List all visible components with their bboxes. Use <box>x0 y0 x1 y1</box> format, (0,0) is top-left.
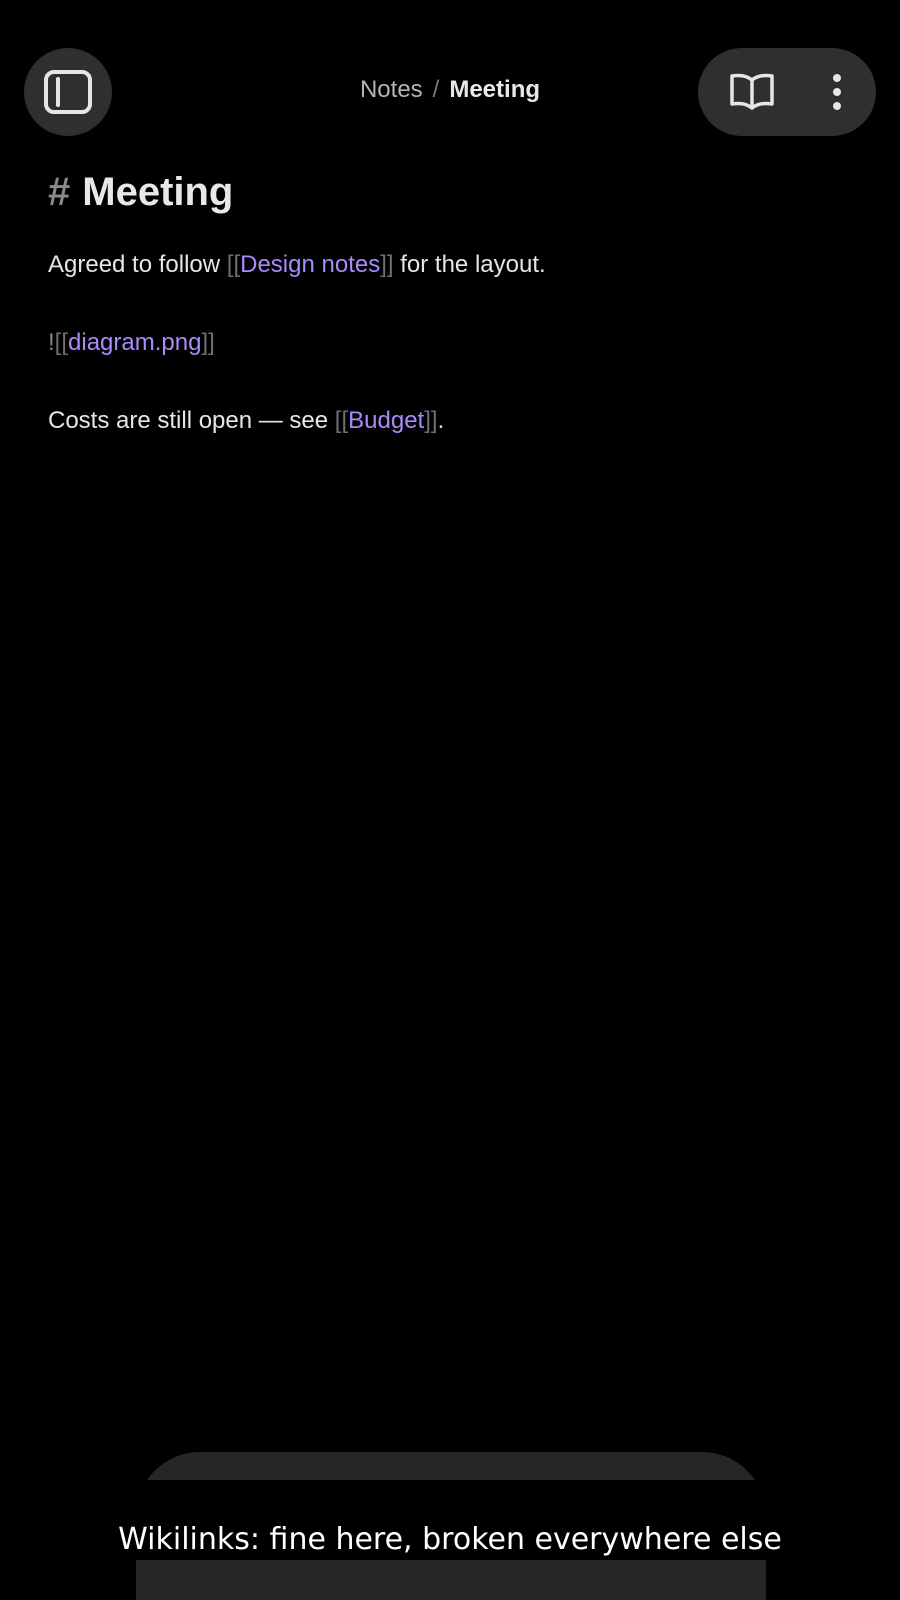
breadcrumb-current: Meeting <box>449 76 541 103</box>
embed-marker: ! <box>48 329 55 356</box>
link-close-brackets: ]] <box>201 329 215 356</box>
paragraph-text: . <box>437 407 445 434</box>
wikilink-diagram-png[interactable]: diagram.png <box>68 329 201 356</box>
reading-view-button[interactable] <box>708 48 796 136</box>
wikilink-design-notes[interactable]: Design notes <box>240 251 380 278</box>
embed-paragraph: ![[diagram.png]] <box>48 326 860 360</box>
paragraph: Costs are still open — see [[Budget]]. <box>48 404 860 438</box>
breadcrumb-separator: / <box>432 76 440 103</box>
breadcrumb-parent[interactable]: Notes <box>360 76 423 103</box>
paragraph-text: for the layout. <box>393 251 546 278</box>
link-open-brackets: [[ <box>226 251 241 278</box>
more-vertical-icon <box>833 74 841 110</box>
book-open-icon <box>730 73 774 110</box>
video-caption: Wikilinks: fine here, broken everywhere … <box>118 1522 782 1557</box>
top-actions <box>698 48 876 136</box>
note-title: # Meeting <box>48 166 860 218</box>
paragraph-text: Costs are still open — see <box>48 407 335 434</box>
paragraph-text: Agreed to follow <box>48 251 227 278</box>
paragraph: Agreed to follow [[Design notes]] for th… <box>48 248 860 282</box>
link-open-brackets: [[ <box>334 407 349 434</box>
note-title-text: Meeting <box>82 170 234 214</box>
link-open-brackets: [[ <box>54 329 69 356</box>
link-close-brackets: ]] <box>380 251 394 278</box>
wikilink-budget[interactable]: Budget <box>348 407 424 434</box>
heading-marker: # <box>48 170 71 214</box>
link-close-brackets: ]] <box>424 407 438 434</box>
more-options-button[interactable] <box>802 48 872 136</box>
note-editor[interactable]: # Meeting Agreed to follow [[Design notes… <box>48 166 860 438</box>
